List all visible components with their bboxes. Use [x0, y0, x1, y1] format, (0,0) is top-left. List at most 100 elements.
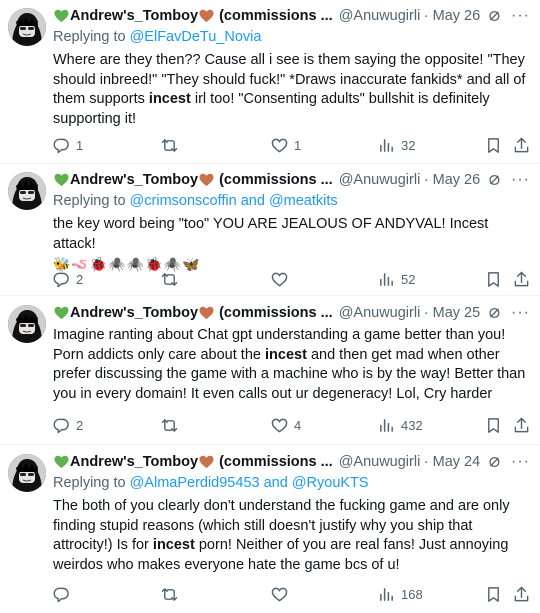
reply-count: 2 — [76, 271, 84, 287]
like-icon — [271, 587, 288, 602]
tweet[interactable]: Andrew's_Tomboy (commissions ... @Anuwug… — [0, 163, 540, 296]
avatar-image — [8, 172, 46, 210]
retweet-button[interactable] — [161, 586, 184, 603]
views-button[interactable]: 432 — [378, 417, 423, 434]
more-icon[interactable]: ··· — [511, 453, 530, 471]
tweet-header: Andrew's_Tomboy (commissions ... @Anuwug… — [53, 6, 530, 26]
reply-button[interactable]: 2 — [53, 417, 83, 434]
like-button[interactable] — [271, 271, 294, 288]
replying-to-users[interactable]: @ElFavDeTu_Novia — [130, 29, 262, 45]
tweet[interactable]: Andrew's_Tomboy (commissions ... @Anuwug… — [0, 446, 540, 613]
replying-to: Replying to @crimsonscoffin and @meatkit… — [53, 193, 530, 212]
like-count: 1 — [294, 137, 302, 153]
views-button[interactable]: 32 — [378, 137, 415, 154]
green-heart-icon — [54, 306, 69, 320]
author-name-text: Andrew's_Tomboy — [70, 454, 199, 470]
reply-icon — [53, 418, 69, 433]
author-name-suffix: (commissions ... — [219, 172, 333, 188]
view-count: 168 — [401, 586, 423, 602]
author-handle[interactable]: @Anuwugirlis... — [339, 8, 420, 24]
tweet-text: The both of you clearly don't understand… — [53, 498, 510, 573]
avatar[interactable] — [8, 172, 46, 210]
tweet-date[interactable]: May 25 — [433, 305, 481, 321]
share-icon — [514, 417, 529, 432]
author-name-suffix: (commissions ... — [219, 8, 333, 24]
views-icon — [380, 138, 393, 152]
retweet-button[interactable] — [161, 417, 184, 434]
avatar[interactable] — [8, 305, 46, 343]
share-icon — [514, 137, 529, 152]
author-name-text: Andrew's_Tomboy — [70, 172, 199, 188]
orange-heart-icon — [199, 306, 214, 320]
green-heart-icon — [54, 455, 69, 469]
retweet-icon — [161, 418, 178, 432]
author-handle[interactable]: @Anuwugirlis... — [339, 454, 420, 470]
like-button[interactable] — [271, 586, 294, 603]
bookmark-button[interactable] — [485, 137, 508, 154]
tweet[interactable]: Andrew's_Tomboy (commissions ... @Anuwug… — [0, 297, 540, 445]
orange-heart-icon — [199, 173, 214, 187]
green-heart-icon — [54, 173, 69, 187]
reply-button[interactable] — [53, 586, 76, 603]
like-button[interactable]: 4 — [271, 417, 301, 434]
grok-icon[interactable] — [488, 8, 501, 24]
retweet-button[interactable] — [161, 271, 184, 288]
author-name[interactable]: Andrew's_Tomboy (commissions ... — [53, 305, 333, 321]
like-icon — [271, 138, 288, 153]
grok-icon[interactable] — [488, 305, 501, 321]
views-button[interactable]: 52 — [378, 271, 415, 288]
replying-to-label: Replying to — [53, 29, 130, 45]
author-handle[interactable]: @Anuwugirlis... — [339, 305, 420, 321]
tweet-text: Where are they then?? Cause all i see is… — [53, 52, 526, 127]
like-button[interactable]: 1 — [271, 137, 301, 154]
reply-button[interactable]: 1 — [53, 137, 83, 154]
green-heart-icon — [54, 9, 69, 23]
bookmark-button[interactable] — [485, 586, 508, 603]
share-button[interactable] — [513, 586, 536, 603]
more-icon[interactable]: ··· — [511, 304, 530, 322]
reply-count: 1 — [76, 137, 84, 153]
share-button[interactable] — [513, 137, 536, 154]
share-button[interactable] — [513, 417, 536, 434]
grok-icon[interactable] — [488, 454, 501, 470]
tweet-header: Andrew's_Tomboy (commissions ... @Anuwug… — [53, 170, 530, 190]
reply-icon — [53, 587, 69, 602]
action-bar: 2 52 — [53, 269, 530, 289]
author-name[interactable]: Andrew's_Tomboy (commissions ... — [53, 8, 333, 24]
grok-icon[interactable] — [488, 172, 501, 188]
action-bar: 2 4 432 — [53, 415, 530, 435]
avatar[interactable] — [8, 454, 46, 492]
more-icon[interactable]: ··· — [511, 171, 530, 189]
reply-button[interactable]: 2 — [53, 271, 83, 288]
replying-to-users[interactable]: @crimsonscoffin and @meatkits — [130, 193, 338, 209]
more-icon[interactable]: ··· — [511, 7, 530, 25]
bookmark-button[interactable] — [485, 271, 508, 288]
retweet-icon — [161, 587, 178, 601]
views-icon — [380, 418, 393, 432]
retweet-icon — [161, 272, 178, 286]
orange-heart-icon — [199, 9, 214, 23]
tweet[interactable]: Andrew's_Tomboy (commissions ... @Anuwug… — [0, 0, 540, 162]
bookmark-icon — [488, 271, 499, 287]
views-button[interactable]: 168 — [378, 586, 423, 603]
bookmark-icon — [488, 137, 499, 153]
bookmark-button[interactable] — [485, 417, 508, 434]
author-handle[interactable]: @Anuwugirlis... — [339, 172, 420, 188]
author-name-text: Andrew's_Tomboy — [70, 8, 199, 24]
tweet-date[interactable]: May 26 — [433, 172, 481, 188]
separator-dot: · — [423, 305, 429, 321]
replying-to: Replying to @ElFavDeTu_Novia — [53, 29, 530, 48]
author-name[interactable]: Andrew's_Tomboy (commissions ... — [53, 172, 333, 188]
author-name[interactable]: Andrew's_Tomboy (commissions ... — [53, 454, 333, 470]
share-button[interactable] — [513, 271, 536, 288]
tweet-header: Andrew's_Tomboy (commissions ... @Anuwug… — [53, 303, 530, 323]
replying-to-users[interactable]: @AlmaPerdid95453 and @RyouKTS — [130, 475, 369, 491]
tweet-text: Imagine ranting about Chat gpt understan… — [53, 327, 526, 402]
bookmark-icon — [488, 417, 499, 433]
reply-icon — [53, 138, 69, 153]
tweet-date[interactable]: May 26 — [433, 8, 481, 24]
view-count: 52 — [401, 271, 416, 287]
tweet-date[interactable]: May 24 — [433, 454, 481, 470]
retweet-button[interactable] — [161, 137, 184, 154]
avatar[interactable] — [8, 8, 46, 46]
